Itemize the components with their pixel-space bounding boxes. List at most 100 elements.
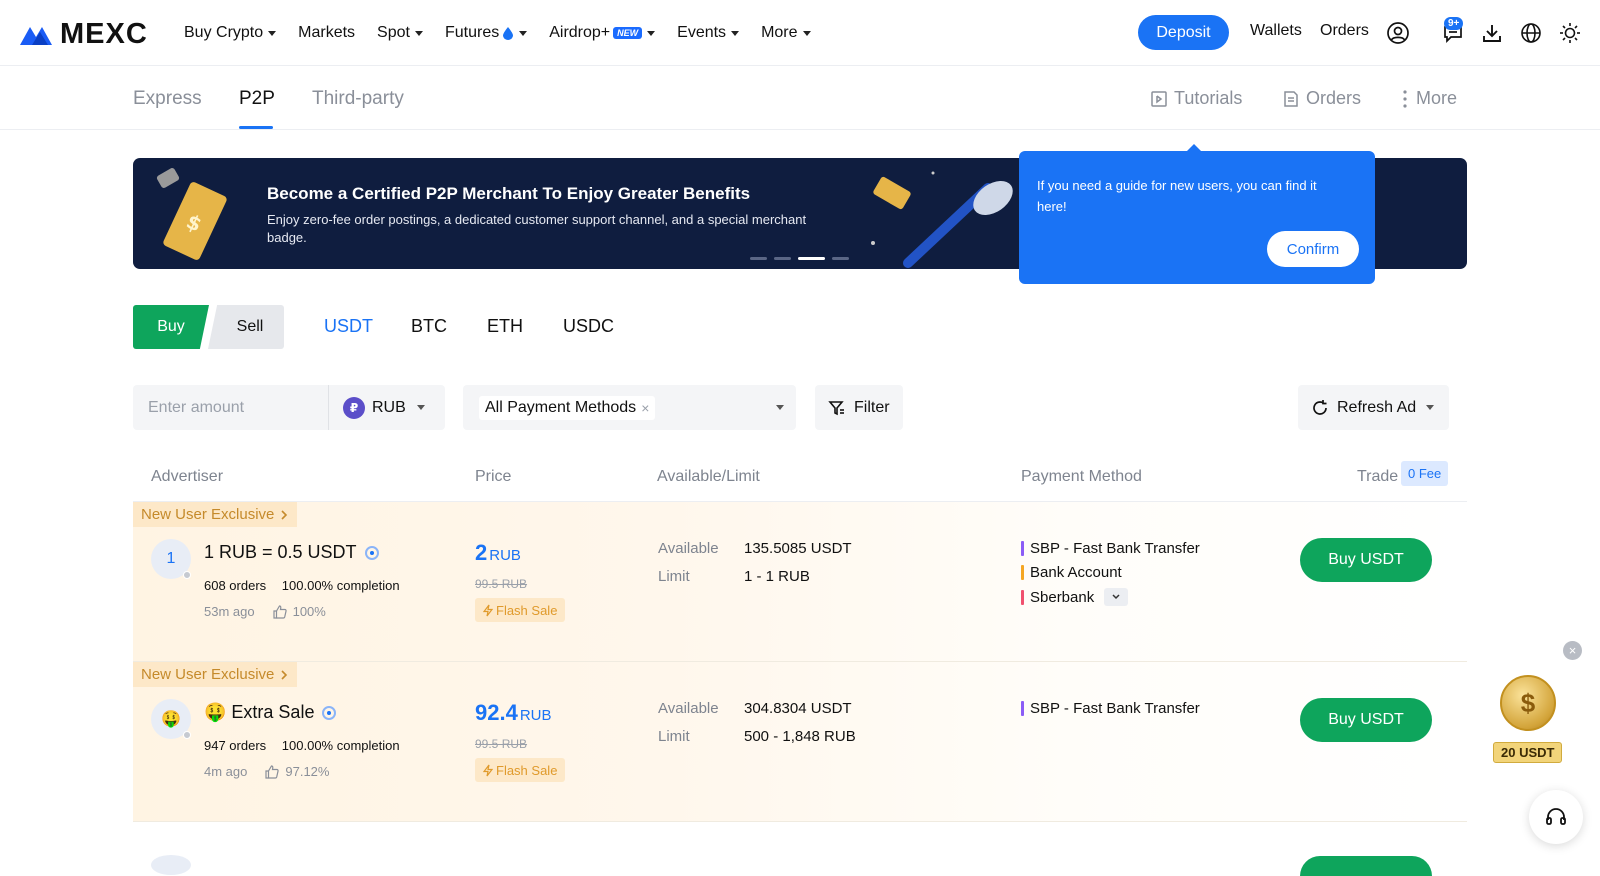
- completion-rate: 100.00% completion: [281, 738, 400, 753]
- refresh-label: Refresh Ad: [1337, 398, 1417, 416]
- price-value: 2: [475, 540, 488, 565]
- close-icon[interactable]: ×: [1563, 641, 1582, 660]
- nav-airdrop[interactable]: Airdrop+ NEW: [549, 24, 656, 42]
- filter-label: Filter: [854, 398, 890, 416]
- wallets-link[interactable]: Wallets: [1250, 22, 1302, 40]
- caret-down-icon: [647, 30, 656, 36]
- buy-toggle-button[interactable]: Buy: [133, 305, 209, 349]
- banner-dot-active[interactable]: [798, 257, 825, 260]
- buy-usdt-button[interactable]: Buy USDT: [1300, 698, 1432, 742]
- available-amount: 135.5085 USDT: [744, 540, 852, 557]
- reward-coin-icon[interactable]: $: [1500, 675, 1556, 731]
- refresh-ad-button[interactable]: Refresh Ad: [1298, 385, 1449, 430]
- lightning-icon: [483, 764, 493, 776]
- nav-more[interactable]: More: [761, 24, 811, 42]
- reward-badge[interactable]: 20 USDT: [1493, 742, 1563, 763]
- advertiser-name[interactable]: 🤑 Extra Sale: [204, 702, 337, 723]
- buy-usdt-button[interactable]: [1300, 856, 1432, 876]
- tab-third-party[interactable]: Third-party: [312, 88, 404, 110]
- tutorials-link[interactable]: Tutorials: [1150, 88, 1242, 109]
- nav-events[interactable]: Events: [677, 24, 740, 42]
- close-icon[interactable]: ×: [641, 400, 649, 416]
- thumbs-up-icon: [272, 604, 287, 619]
- tutorials-icon: [1151, 90, 1167, 107]
- payment-method-chip: All Payment Methods ×: [479, 395, 656, 420]
- available-label: Available: [658, 700, 719, 717]
- payment-method-name: SBP - Fast Bank Transfer: [1030, 540, 1200, 557]
- amount-input[interactable]: [133, 385, 328, 430]
- nav-buy-crypto[interactable]: Buy Crypto: [184, 24, 277, 42]
- banner-dot[interactable]: [750, 257, 767, 260]
- banner-dot[interactable]: [832, 257, 849, 260]
- limit-label: Limit: [658, 728, 690, 745]
- coin-tab-eth[interactable]: ETH: [487, 316, 523, 337]
- coin-tab-usdt[interactable]: USDT: [324, 316, 373, 337]
- deposit-button[interactable]: Deposit: [1138, 15, 1229, 50]
- header-price: Price: [475, 468, 512, 485]
- more-sublink[interactable]: More: [1400, 88, 1457, 109]
- positive-rating: 100%: [292, 604, 326, 619]
- mexc-logo[interactable]: MEXC: [18, 18, 148, 51]
- banner-dot[interactable]: [774, 257, 791, 260]
- currency-select[interactable]: ₽ RUB: [329, 385, 425, 430]
- tab-express[interactable]: Express: [133, 88, 202, 110]
- confirm-button[interactable]: Confirm: [1267, 231, 1359, 267]
- droplet-icon: [503, 27, 514, 40]
- header-trade: Trade: [1357, 468, 1399, 485]
- download-icon[interactable]: [1479, 20, 1505, 46]
- order-count: 608 orders: [204, 578, 267, 593]
- payment-method-bank: Bank Account: [1021, 564, 1122, 581]
- caret-down-icon: [268, 30, 277, 36]
- chevron-down-icon: [1112, 594, 1120, 600]
- last-active: 53m ago: [204, 604, 255, 619]
- nav-label: Futures: [444, 24, 500, 41]
- advertiser-name[interactable]: 1 RUB = 0.5 USDT: [204, 542, 379, 563]
- nav-spot[interactable]: Spot: [377, 24, 423, 42]
- advertiser-stats: 608 orders 100.00% completion: [204, 578, 400, 593]
- tab-p2p[interactable]: P2P: [239, 88, 275, 110]
- caret-down-icon: [414, 30, 423, 36]
- payment-method-select[interactable]: All Payment Methods ×: [463, 385, 796, 430]
- customer-support-button[interactable]: [1529, 790, 1583, 844]
- theme-sun-icon[interactable]: [1557, 20, 1583, 46]
- banner-pagination: [750, 257, 856, 260]
- orders-icon: [1284, 90, 1298, 107]
- flash-sale-badge: Flash Sale: [475, 598, 566, 622]
- advertiser-name-text: 🤑 Extra Sale: [204, 702, 315, 722]
- online-status-dot: [183, 731, 191, 739]
- advertiser-stats: 947 orders 100.00% completion: [204, 738, 400, 753]
- currency-label: RUB: [372, 398, 406, 416]
- lightning-icon: [483, 604, 493, 616]
- filter-icon: [828, 400, 844, 415]
- ruble-icon: ₽: [343, 396, 365, 419]
- filter-button[interactable]: Filter: [815, 385, 903, 430]
- profile-icon[interactable]: [1385, 20, 1411, 46]
- nav-futures[interactable]: Futures: [444, 24, 528, 42]
- caret-down-icon: [416, 405, 425, 410]
- payment-method-name: Bank Account: [1030, 564, 1122, 581]
- caret-down-icon: [802, 30, 811, 36]
- globe-icon[interactable]: [1518, 20, 1544, 46]
- caret-down-icon: [519, 30, 528, 36]
- payment-method-name: Sberbank: [1030, 588, 1095, 606]
- positive-rating: 97.12%: [285, 764, 330, 779]
- nav-markets[interactable]: Markets: [298, 24, 355, 42]
- sell-toggle-button[interactable]: Sell: [208, 305, 284, 349]
- available-amount: 304.8304 USDT: [744, 700, 852, 717]
- orders-sublink[interactable]: Orders: [1282, 88, 1361, 109]
- verified-badge-icon: [364, 545, 379, 560]
- coin-tab-usdc[interactable]: USDC: [563, 316, 614, 337]
- header-payment-method: Payment Method: [1021, 468, 1142, 485]
- coin-tab-btc[interactable]: BTC: [411, 316, 447, 337]
- available-label: Available: [658, 540, 719, 557]
- new-user-exclusive-tag[interactable]: New User Exclusive: [133, 502, 298, 527]
- exclusive-label: New User Exclusive: [141, 666, 275, 683]
- buy-usdt-button[interactable]: Buy USDT: [1300, 538, 1432, 582]
- exclusive-label: New User Exclusive: [141, 506, 275, 523]
- original-price: 99.5 RUB: [475, 737, 528, 751]
- payment-color-bar: [1021, 701, 1024, 716]
- new-user-exclusive-tag[interactable]: New User Exclusive: [133, 662, 298, 687]
- orders-link[interactable]: Orders: [1320, 22, 1369, 40]
- nav-label: More: [761, 24, 798, 41]
- expand-payment-methods[interactable]: [1104, 588, 1129, 606]
